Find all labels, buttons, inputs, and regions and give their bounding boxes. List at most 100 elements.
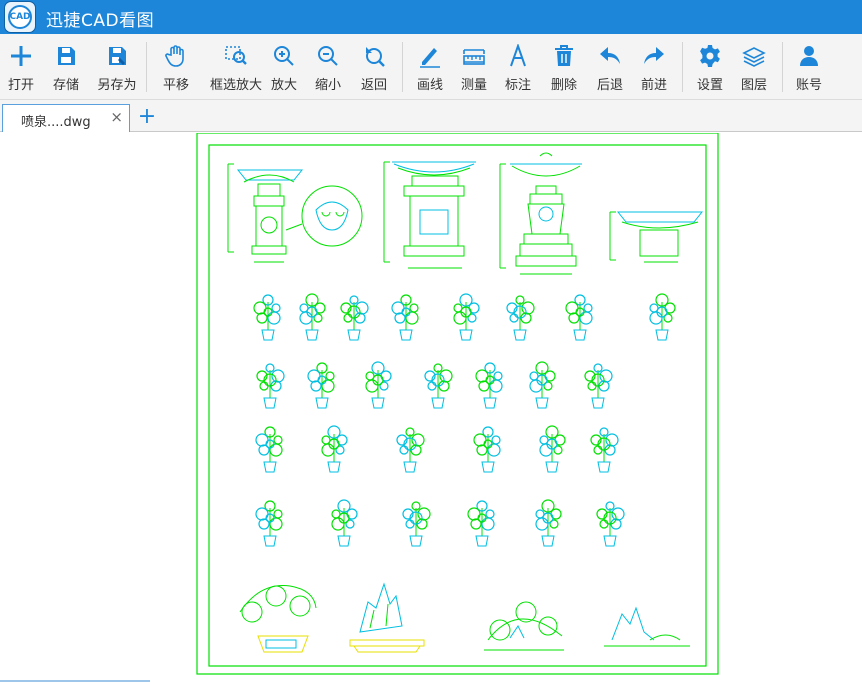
- trash-icon: [555, 45, 573, 66]
- zoom-in-icon: [274, 46, 294, 66]
- document-tab[interactable]: 喷泉....dwg ×: [2, 104, 130, 132]
- measure-label: 测量: [460, 78, 487, 93]
- fountain-drawing: [383, 161, 476, 269]
- pan-label: 平移: [162, 78, 189, 93]
- rockery-drawing: [604, 606, 690, 647]
- add-tab-icon[interactable]: +: [135, 106, 159, 130]
- save-as-button[interactable]: 另存为: [92, 34, 142, 100]
- plant-symbol: [506, 295, 535, 341]
- account-button[interactable]: 账号: [790, 34, 828, 100]
- zoom-in-label: 放大: [270, 78, 297, 93]
- toolbar-divider: [402, 42, 403, 92]
- plant-symbol: [473, 426, 501, 473]
- line-button[interactable]: 画线: [410, 34, 450, 100]
- hand-icon: [165, 45, 184, 67]
- pencil-icon: [420, 48, 440, 68]
- save-button[interactable]: 存储: [44, 34, 88, 100]
- plant-symbol: [365, 361, 392, 409]
- settings-label: 设置: [696, 78, 723, 93]
- save-icon: [58, 47, 75, 65]
- zoom-out-icon: [318, 46, 338, 66]
- toolbar-divider: [682, 42, 683, 92]
- zoom-box-icon: [225, 46, 247, 65]
- redo-arrow-icon: [644, 47, 664, 64]
- undo-label: 后退: [596, 78, 623, 93]
- text-a-icon: [510, 44, 526, 67]
- app-title: 迅捷CAD看图: [46, 11, 155, 31]
- save-as-label: 另存为: [97, 78, 137, 93]
- save-label: 存储: [52, 78, 79, 93]
- plant-symbol: [391, 294, 419, 341]
- plant-symbol: [424, 363, 453, 409]
- plant-symbol: [321, 425, 348, 473]
- plant-symbol: [565, 294, 593, 341]
- plant-symbol: [649, 293, 676, 341]
- measure-button[interactable]: 测量: [454, 34, 494, 100]
- pan-button[interactable]: 平移: [154, 34, 198, 100]
- zoom-box-button[interactable]: 框选放大: [206, 34, 266, 100]
- redo-button[interactable]: 前进: [634, 34, 674, 100]
- open-button[interactable]: 打开: [0, 34, 42, 100]
- undo-arrow-icon: [600, 47, 620, 64]
- toolbar-divider: [782, 42, 783, 92]
- save-as-icon: [109, 47, 126, 65]
- close-tab-icon[interactable]: ×: [110, 108, 123, 126]
- plant-symbol: [475, 362, 503, 409]
- plant-symbol: [340, 295, 369, 341]
- plant-symbol: [596, 501, 625, 547]
- redo-label: 前进: [640, 78, 667, 93]
- plant-symbol: [529, 361, 556, 409]
- document-tab-bar: 喷泉....dwg × +: [0, 100, 862, 132]
- plant-symbol: [539, 425, 566, 473]
- plant-symbol: [402, 501, 431, 547]
- plant-symbol: [255, 500, 283, 547]
- toolbar-divider: [146, 42, 147, 92]
- zoom-out-button[interactable]: 缩小: [310, 34, 346, 100]
- delete-label: 删除: [550, 78, 577, 93]
- plant-symbol: [535, 499, 562, 547]
- plant-symbol: [253, 294, 281, 341]
- layers-label: 图层: [740, 78, 767, 93]
- zoom-in-button[interactable]: 放大: [266, 34, 302, 100]
- delete-button[interactable]: 删除: [544, 34, 584, 100]
- plant-symbol: [467, 500, 495, 547]
- app-logo-icon: CAD: [4, 1, 36, 33]
- rockery-drawing: [349, 582, 425, 653]
- plant-symbol: [453, 293, 480, 341]
- zoom-back-icon: [366, 47, 385, 67]
- zoom-box-label: 框选放大: [209, 78, 262, 93]
- layers-button[interactable]: 图层: [734, 34, 774, 100]
- open-label: 打开: [7, 78, 34, 93]
- toolbar: 打开 存储 另存为 平移 框选放大 放大 缩小 返回 画线 测量 标注 删除 后…: [0, 34, 862, 100]
- drawing-canvas[interactable]: [0, 133, 862, 682]
- bonsai-drawing: [484, 601, 564, 651]
- gear-icon: [700, 45, 720, 67]
- plant-symbol: [396, 427, 425, 473]
- plant-symbol: [256, 363, 285, 409]
- fountain-drawing: [499, 152, 582, 275]
- bonsai-drawing: [239, 585, 317, 653]
- annotate-button[interactable]: 标注: [498, 34, 538, 100]
- cad-drawing: [196, 133, 719, 675]
- plant-symbol: [307, 362, 335, 409]
- back-button[interactable]: 返回: [354, 34, 394, 100]
- plant-symbol: [299, 293, 326, 341]
- annotate-label: 标注: [504, 78, 531, 93]
- document-tab-name: 喷泉....dwg: [21, 115, 91, 130]
- title-bar: CAD 迅捷CAD看图: [0, 0, 862, 34]
- line-label: 画线: [416, 78, 443, 93]
- zoom-out-label: 缩小: [314, 78, 341, 93]
- plant-symbol: [584, 363, 613, 409]
- back-label: 返回: [360, 78, 387, 93]
- plant-symbol: [590, 427, 619, 473]
- plant-symbols-group: [253, 293, 676, 547]
- account-label: 账号: [795, 78, 822, 93]
- plus-icon: [11, 46, 31, 66]
- undo-button[interactable]: 后退: [590, 34, 630, 100]
- user-icon: [800, 46, 818, 66]
- fountain-drawing: [227, 163, 363, 263]
- fountain-drawing: [609, 211, 704, 263]
- layers-icon: [742, 47, 766, 67]
- settings-button[interactable]: 设置: [690, 34, 730, 100]
- app-logo-text: CAD: [9, 12, 31, 22]
